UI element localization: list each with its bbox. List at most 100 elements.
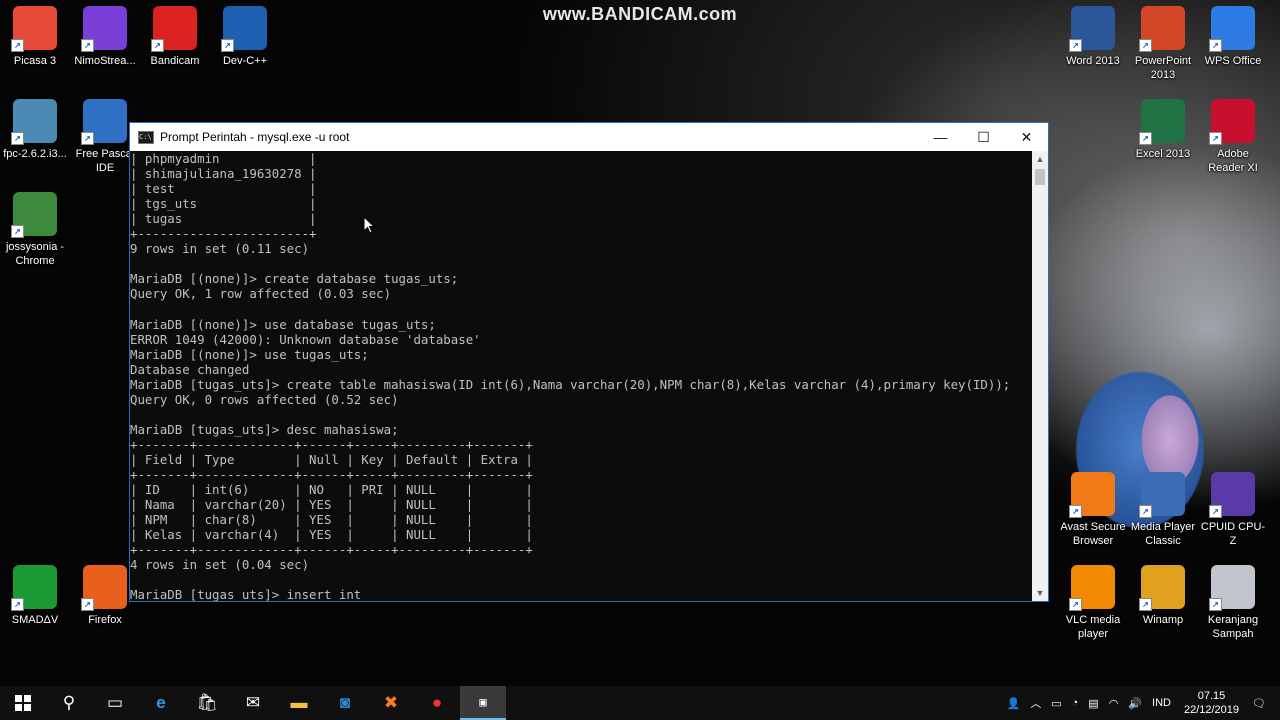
desktop-icon-label: Picasa 3	[13, 55, 57, 67]
desktop-icon-chrome[interactable]: ↗ jossysonia - Chrome	[0, 192, 70, 268]
desktop-icon-recycle-bin[interactable]: ↗ Keranjang Sampah	[1198, 565, 1268, 641]
action-center-icon[interactable]: 🗨	[1247, 697, 1280, 710]
shortcut-arrow-icon: ↗	[1139, 132, 1152, 145]
shortcut-arrow-icon: ↗	[1139, 39, 1152, 52]
task-view-button[interactable]: ▭	[92, 686, 138, 720]
desktop-icon-label: Keranjang Sampah	[1207, 614, 1259, 640]
console-line: +-----------------------+	[130, 226, 317, 242]
desktop-icon-devcpp[interactable]: ↗ Dev-C++	[210, 6, 280, 68]
windows-logo-icon	[15, 695, 31, 711]
show-hidden-icons-chevron-icon[interactable]: ︿	[1025, 695, 1046, 711]
nimo-icon: ↗	[81, 6, 127, 52]
console-line: 9 rows in set (0.11 sec)	[130, 241, 310, 257]
console-line: | test |	[130, 181, 317, 197]
console-line: Query OK, 1 row affected (0.03 sec)	[130, 286, 392, 302]
firefox-icon: ↗	[81, 565, 127, 611]
desktop-icon-adobe-reader[interactable]: ↗ Adobe Reader XI	[1198, 99, 1268, 175]
winamp-icon: ↗	[1139, 565, 1185, 611]
console-line: MariaDB [tugas_uts]> desc mahasiswa;	[130, 421, 399, 437]
shortcut-arrow-icon: ↗	[1069, 39, 1082, 52]
desktop-icon-smadav[interactable]: ↗ SMADΔV	[0, 565, 70, 627]
desktop-icon-nimo[interactable]: ↗ NimoStrea...	[70, 6, 140, 68]
search-icon: ⚲	[62, 693, 76, 712]
maximize-button[interactable]: ☐	[962, 123, 1005, 151]
shortcut-arrow-icon: ↗	[1139, 598, 1152, 611]
desktop-icon-label: WPS Office	[1204, 55, 1262, 67]
device-icon[interactable]: ▤	[1083, 697, 1103, 710]
desktop-icon-excel[interactable]: ↗ Excel 2013	[1128, 99, 1198, 161]
wps-icon: ↗	[1209, 6, 1255, 52]
folder-icon: ▬	[290, 693, 308, 712]
console-line: | NPM | char(8) | YES | | NULL | |	[130, 512, 533, 528]
taskbar-bandicam[interactable]: ●	[414, 686, 460, 720]
minimize-button[interactable]: —	[919, 123, 962, 151]
network-icon[interactable]: ◠	[1104, 697, 1124, 710]
desktop-icon-bandicam[interactable]: ↗ Bandicam	[140, 6, 210, 68]
taskbar: ⚲ ▭ e 🛍 ✉ ▬ ◙ ✖ ● ▣ 👤 ︿ ▭ ◔ ▤ ◠ 🔊 IND 07…	[0, 686, 1280, 720]
vlc-icon: ↗	[1069, 565, 1115, 611]
desktop-icon-label: Winamp	[1142, 614, 1184, 626]
taskbar-edge[interactable]: e	[138, 686, 184, 720]
scroll-down-arrow-icon[interactable]: ▼	[1032, 585, 1048, 601]
taskbar-command-prompt[interactable]: ▣	[460, 686, 506, 720]
window-title: Prompt Perintah - mysql.exe -u root	[160, 130, 350, 144]
desktop-icon-wps[interactable]: ↗ WPS Office	[1198, 6, 1268, 68]
battery-icon[interactable]: ▭	[1046, 697, 1066, 710]
sync-icon[interactable]: ◔	[1067, 697, 1084, 709]
outlook-icon: ◙	[339, 693, 351, 712]
clock[interactable]: 07.15 22/12/2019	[1176, 689, 1247, 717]
clock-date: 22/12/2019	[1183, 704, 1240, 716]
close-button[interactable]: ✕	[1005, 123, 1048, 151]
taskbar-mail[interactable]: ✉	[230, 686, 276, 720]
desktop-icon-word[interactable]: ↗ Word 2013	[1058, 6, 1128, 68]
desktop-icon-fpc-installer[interactable]: ↗ fpc-2.6.2.i3...	[0, 99, 70, 161]
people-icon[interactable]: 👤	[1002, 697, 1026, 710]
shortcut-arrow-icon: ↗	[11, 132, 24, 145]
console-app-icon: C:\	[138, 130, 154, 144]
clock-time: 07.15	[1197, 690, 1226, 702]
taskbar-xampp[interactable]: ✖	[368, 686, 414, 720]
console-output[interactable]: | phpmyadmin | | shimajuliana_19630278 | |…	[130, 151, 1033, 601]
shortcut-arrow-icon: ↗	[1209, 132, 1222, 145]
store-icon: 🛍	[196, 693, 218, 712]
desktop-icon-picasa[interactable]: ↗ Picasa 3	[0, 6, 70, 68]
chrome-icon: ↗	[11, 192, 57, 238]
mail-icon: ✉	[245, 693, 261, 712]
console-line: +-------+-------------+------+-----+----…	[130, 436, 533, 452]
freepascal-icon: ↗	[81, 99, 127, 145]
start-button[interactable]	[0, 686, 46, 720]
task-view-icon: ▭	[106, 693, 124, 712]
search-button[interactable]: ⚲	[46, 686, 92, 720]
taskbar-store[interactable]: 🛍	[184, 686, 230, 720]
scrollbar-thumb[interactable]	[1035, 169, 1045, 185]
taskbar-file-explorer[interactable]: ▬	[276, 686, 322, 720]
desktop-icon-winamp[interactable]: ↗ Winamp	[1128, 565, 1198, 627]
system-tray: 👤 ︿ ▭ ◔ ▤ ◠ 🔊 IND 07.15 22/12/2019 🗨	[1002, 686, 1280, 720]
console-line: MariaDB [(none)]> use tugas_uts;	[130, 346, 369, 362]
vertical-scrollbar[interactable]: ▲ ▼	[1032, 151, 1048, 601]
recycle-bin-icon: ↗	[1209, 565, 1255, 611]
desktop-icon-powerpoint[interactable]: ↗ PowerPoint 2013	[1128, 6, 1198, 82]
shortcut-arrow-icon: ↗	[1209, 598, 1222, 611]
shortcut-arrow-icon: ↗	[221, 39, 234, 52]
desktop-icon-mpc[interactable]: ↗ Media Player Classic	[1128, 472, 1198, 548]
powerpoint-icon: ↗	[1139, 6, 1185, 52]
picasa-icon: ↗	[11, 6, 57, 52]
console-line: | Field | Type | Null | Key | Default | …	[130, 451, 533, 467]
taskbar-outlook[interactable]: ◙	[322, 686, 368, 720]
desktop-icon-label: fpc-2.6.2.i3...	[3, 148, 67, 160]
command-prompt-window[interactable]: C:\ Prompt Perintah - mysql.exe -u root …	[129, 122, 1049, 602]
desktop-icon-label: Word 2013	[1066, 55, 1120, 67]
window-titlebar[interactable]: C:\ Prompt Perintah - mysql.exe -u root …	[130, 123, 1048, 151]
scroll-up-arrow-icon[interactable]: ▲	[1032, 151, 1048, 167]
desktop-icon-vlc[interactable]: ↗ VLC media player	[1058, 565, 1128, 641]
volume-icon[interactable]: 🔊	[1123, 697, 1147, 710]
desktop-icon-cpuz[interactable]: ↗ CPUID CPU-Z	[1198, 472, 1268, 548]
input-language[interactable]: IND	[1147, 697, 1176, 709]
desktop-icon-avast[interactable]: ↗ Avast Secure Browser	[1058, 472, 1128, 548]
desktop-icon-label: CPUID CPU-Z	[1200, 521, 1266, 547]
